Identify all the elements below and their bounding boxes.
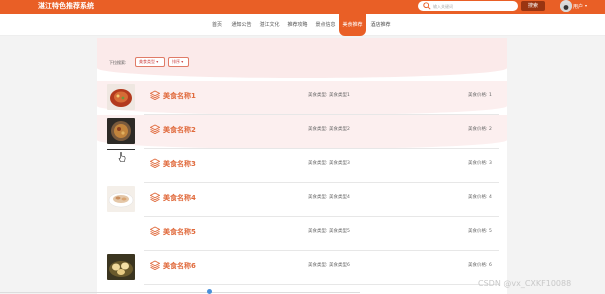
- chevron-down-icon[interactable]: ▾: [585, 3, 587, 8]
- food-name[interactable]: 美食名称5: [163, 227, 196, 237]
- nav-item-hotels[interactable]: 酒店推荐: [367, 14, 394, 36]
- search-input[interactable]: [433, 2, 513, 10]
- food-thumbnail[interactable]: [107, 84, 135, 110]
- nav-item-home[interactable]: 首页: [207, 14, 227, 36]
- list-item[interactable]: 美食名称6 美食类型: 美食类型6 美食价格: 6: [97, 251, 507, 285]
- layers-icon: [150, 158, 160, 168]
- food-thumbnail[interactable]: [107, 118, 135, 144]
- list-item[interactable]: 美食名称1 美食类型: 美食类型1 美食价格: 1: [97, 81, 507, 115]
- food-price: 美食价格: 5: [468, 229, 492, 234]
- layers-icon: [150, 260, 160, 270]
- layers-icon: [150, 226, 160, 236]
- sort-select[interactable]: 排序 ▾: [168, 57, 189, 67]
- thumbnail-edge: [107, 149, 135, 150]
- layers-icon: [150, 124, 160, 134]
- food-type: 美食类型: 美食类型4: [308, 195, 350, 200]
- search-button[interactable]: 搜索: [521, 1, 545, 11]
- food-price: 美食价格: 3: [468, 161, 492, 166]
- nav-item-notices[interactable]: 通知公告: [228, 14, 255, 36]
- list-item[interactable]: 美食名称2 美食类型: 美食类型2 美食价格: 2: [97, 115, 507, 149]
- scroll-indicator[interactable]: [207, 289, 212, 294]
- nav-item-guides[interactable]: 推荐攻略: [284, 14, 311, 36]
- food-type-select[interactable]: 美食类型 ▾: [135, 57, 165, 67]
- site-title[interactable]: 湛江特色推荐系统: [38, 1, 94, 11]
- food-name[interactable]: 美食名称3: [163, 159, 196, 169]
- food-name[interactable]: 美食名称1: [163, 91, 196, 101]
- layers-icon: [150, 192, 160, 202]
- list-item[interactable]: 美食名称5 美食类型: 美食类型5 美食价格: 5: [97, 217, 507, 251]
- food-name[interactable]: 美食名称6: [163, 261, 196, 271]
- main-nav: 首页 通知公告 湛江文化 推荐攻略 景点信息 美食推荐 酒店推荐: [0, 14, 605, 36]
- food-thumbnail[interactable]: [107, 186, 135, 212]
- list-item[interactable]: 美食名称3 美食类型: 美食类型3 美食价格: 3: [97, 149, 507, 183]
- food-list-panel: 下拉搜索: 美食类型 ▾ 排序 ▾ 美食名称1 美食类型: 美食类型1 美食价格…: [97, 38, 507, 294]
- food-name[interactable]: 美食名称4: [163, 193, 196, 203]
- avatar[interactable]: [560, 0, 572, 12]
- hand-cursor-icon: [118, 152, 126, 162]
- food-type: 美食类型: 美食类型3: [308, 161, 350, 166]
- list-item[interactable]: 美食名称4 美食类型: 美食类型4 美食价格: 4: [97, 183, 507, 217]
- nav-item-food[interactable]: 美食推荐: [339, 14, 366, 36]
- nav-item-culture[interactable]: 湛江文化: [256, 14, 283, 36]
- food-type: 美食类型: 美食类型5: [308, 229, 350, 234]
- food-type: 美食类型: 美食类型2: [308, 127, 350, 132]
- top-bar: 湛江特色推荐系统 搜索 用户 ▾: [0, 0, 605, 14]
- scrollbar-track[interactable]: [0, 292, 360, 293]
- user-menu-label[interactable]: 用户: [573, 3, 583, 10]
- filter-bar: 下拉搜索: 美食类型 ▾ 排序 ▾: [97, 38, 507, 78]
- food-thumbnail[interactable]: [107, 254, 135, 280]
- food-price: 美食价格: 4: [468, 195, 492, 200]
- food-price: 美食价格: 2: [468, 127, 492, 132]
- search-box[interactable]: [418, 1, 518, 11]
- food-name[interactable]: 美食名称2: [163, 125, 196, 135]
- watermark: CSDN @vx_CXKF10088: [478, 279, 572, 288]
- search-icon: [423, 2, 431, 10]
- filter-label: 下拉搜索:: [109, 60, 127, 65]
- food-price: 美食价格: 1: [468, 93, 492, 98]
- food-price: 美食价格: 6: [468, 263, 492, 268]
- food-type: 美食类型: 美食类型6: [308, 263, 350, 268]
- layers-icon: [150, 90, 160, 100]
- food-type: 美食类型: 美食类型1: [308, 93, 350, 98]
- nav-item-attractions[interactable]: 景点信息: [312, 14, 339, 36]
